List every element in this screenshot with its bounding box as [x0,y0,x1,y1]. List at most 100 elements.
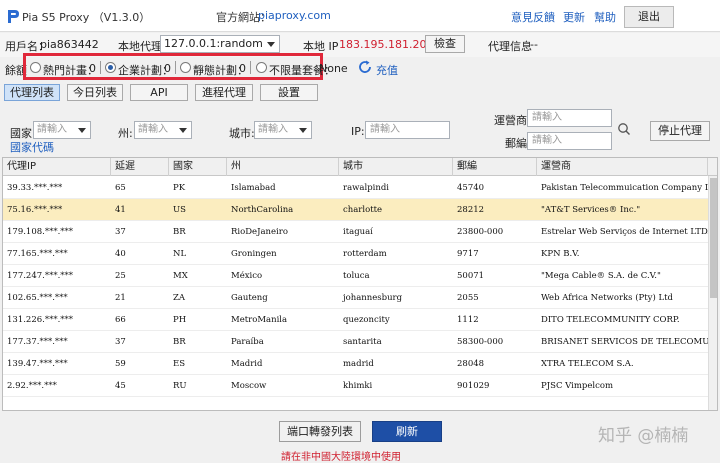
recharge-link[interactable]: 充值 [376,62,398,78]
table-cell: 179.108.***.*** [3,221,111,243]
zip-input[interactable]: 請輸入 [527,132,612,150]
stop-proxy-button[interactable]: 停止代理 [650,121,710,141]
refresh-icon[interactable] [357,59,373,75]
table-row[interactable]: 39.33.***.***65PKIslamabadrawalpindi4574… [3,177,718,199]
table-cell: 177.247.***.*** [3,265,111,287]
tab-today-list[interactable]: 今日列表 [67,84,123,101]
table-cell: Web Africa Networks (Pty) Ltd [537,287,708,309]
col-state[interactable]: 州 [227,158,339,176]
table-cell: 139.47.***.*** [3,353,111,375]
table-cell: BR [169,331,227,353]
table-cell: itaguaí [339,221,453,243]
col-isp[interactable]: 運營商 [537,158,708,176]
table-cell: Islamabad [227,177,339,199]
table-cell: 50071 [453,265,537,287]
plan-radio-unlimited[interactable] [256,62,267,73]
table-cell: toluca [339,265,453,287]
scrollbar-thumb[interactable] [710,178,717,298]
chevron-down-icon [267,42,275,47]
table-cell: 901029 [453,375,537,397]
tab-api[interactable]: API [130,84,188,101]
table-row[interactable]: 131.226.***.***66PHMetroManilaquezoncity… [3,309,718,331]
table-row[interactable]: 139.47.***.***59ESMadridmadrid28048XTRA … [3,353,718,375]
table-cell: 37 [111,221,169,243]
table-row[interactable]: 179.108.***.***37BRRioDeJaneiroitaguaí23… [3,221,718,243]
country-placeholder: 請輸入 [37,124,67,135]
table-cell: ES [169,353,227,375]
col-latency[interactable]: 延遲 [111,158,169,176]
country-code-link[interactable]: 國家代碼 [10,139,54,155]
official-site-link[interactable]: piaproxy.com [258,9,331,22]
table-row[interactable]: 2.92.***.***45RUMoscowkhimki901029PJSC V… [3,375,718,397]
divider [250,61,251,74]
plan-radio-hot[interactable] [30,62,41,73]
table-cell: 21 [111,287,169,309]
feedback-link[interactable]: 意見反饋 [511,9,555,25]
ip-input[interactable]: 請輸入 [365,121,450,139]
table-cell: 25 [111,265,169,287]
table-cell: 40 [111,243,169,265]
watermark: 知乎 @楠楠 [598,421,688,446]
table-cell: khimki [339,375,453,397]
table-cell: santarita [339,331,453,353]
col-proxy-ip[interactable]: 代理IP [3,158,111,176]
table-row[interactable]: 177.37.***.***37BRParaíbasantarita58300-… [3,331,718,353]
table-row[interactable]: 75.16.***.***41USNorthCarolinacharlotte2… [3,199,718,221]
table-cell: BR [169,221,227,243]
table-cell: 2055 [453,287,537,309]
table-cell: 66 [111,309,169,331]
country-select[interactable]: 請輸入 [33,121,91,139]
chevron-down-icon [299,128,307,133]
table-cell: 23800-000 [453,221,537,243]
local-proxy-select[interactable]: 127.0.0.1:random [160,35,280,53]
local-proxy-value: 127.0.0.1:random [164,37,263,50]
title-bar: Pia S5 Proxy （V1.3.0） 官方網站： piaproxy.com… [0,0,720,32]
chevron-down-icon [78,128,86,133]
table-cell: 102.65.***.*** [3,287,111,309]
state-select[interactable]: 請輸入 [134,121,192,139]
table-cell: MX [169,265,227,287]
city-placeholder: 請輸入 [258,124,288,135]
username-value: pia863442 [40,38,99,51]
table-cell: PK [169,177,227,199]
check-button[interactable]: 檢查 [425,35,465,53]
logout-button[interactable]: 退出 [624,6,674,28]
table-cell: Madrid [227,353,339,375]
state-placeholder: 請輸入 [138,124,168,135]
table-cell: "Mega Cable® S.A. de C.V." [537,265,708,287]
update-link[interactable]: 更新 [563,9,585,25]
table-cell: 65 [111,177,169,199]
table-cell: 177.37.***.*** [3,331,111,353]
plan-count-hot: 0 [89,62,96,75]
isp-input[interactable]: 請輸入 [527,109,612,127]
divider [100,61,101,74]
proxy-info-value: -- [530,38,538,51]
table-cell: BRISANET SERVICOS DE TELECOMUNICACOES [537,331,708,353]
chevron-down-icon [179,128,187,133]
vertical-scrollbar[interactable] [708,176,718,410]
table-row[interactable]: 177.247.***.***25MXMéxicotoluca50071"Meg… [3,265,718,287]
table-row[interactable]: 77.165.***.***40NLGroningenrotterdam9717… [3,243,718,265]
table-row[interactable]: 102.65.***.***21ZAGautengjohannesburg205… [3,287,718,309]
search-icon[interactable] [617,122,631,136]
table-cell: "AT&T Services® Inc." [537,199,708,221]
help-link[interactable]: 幫助 [594,9,616,25]
table-cell: Gauteng [227,287,339,309]
col-zip[interactable]: 郵編 [453,158,537,176]
table-cell: Groningen [227,243,339,265]
col-country[interactable]: 國家 [169,158,227,176]
local-proxy-label: 本地代理 [118,38,162,54]
plan-radio-static[interactable] [180,62,191,73]
tab-process-proxy[interactable]: 進程代理 [195,84,253,101]
tab-settings[interactable]: 設置 [260,84,318,101]
table-cell: 45740 [453,177,537,199]
col-city[interactable]: 城市 [339,158,453,176]
refresh-button[interactable]: 刷新 [372,421,442,442]
table-cell: NorthCarolina [227,199,339,221]
table-cell: johannesburg [339,287,453,309]
port-forward-list-button[interactable]: 端口轉發列表 [279,421,361,442]
plan-radio-enterprise[interactable] [105,62,116,73]
tab-proxy-list[interactable]: 代理列表 [4,84,60,101]
city-select[interactable]: 請輸入 [254,121,312,139]
table-cell: XTRA TELECOM S.A. [537,353,708,375]
